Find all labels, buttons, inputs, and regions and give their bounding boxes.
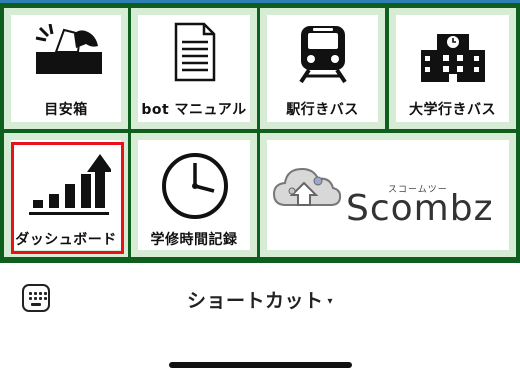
cloud-upload-icon (272, 167, 342, 206)
scombz-logo: Scombz (346, 188, 494, 229)
clock-icon (162, 153, 228, 219)
school-building-icon (421, 34, 485, 82)
chevron-down-icon: ▾ (327, 296, 334, 307)
tile-label: 目安箱 (44, 102, 88, 118)
tile-station-bus[interactable]: 駅行きバス (260, 8, 385, 129)
shortcut-menu-toggle[interactable]: ショートカット ▾ (0, 286, 520, 313)
ballot-box-icon (35, 24, 102, 74)
selection-highlight (11, 142, 124, 254)
tile-label: bot マニュアル (141, 102, 247, 118)
tile-bot-manual[interactable]: bot マニュアル (131, 8, 257, 129)
home-indicator (169, 362, 352, 368)
tile-study-time-log[interactable]: 学修時間記録 (131, 133, 257, 257)
shortcut-title: ショートカット (186, 290, 324, 312)
tile-label: 大学行きバス (409, 102, 496, 118)
train-icon (299, 26, 347, 84)
tile-label: 駅行きバス (286, 102, 359, 118)
document-icon (174, 22, 216, 82)
tile-university-bus[interactable]: 大学行きバス (389, 8, 516, 129)
tile-label: 学修時間記録 (150, 232, 238, 248)
tile-scombz[interactable]: スコームツー Scombz (260, 133, 516, 257)
tile-suggestion-box[interactable]: 目安箱 (4, 8, 128, 129)
